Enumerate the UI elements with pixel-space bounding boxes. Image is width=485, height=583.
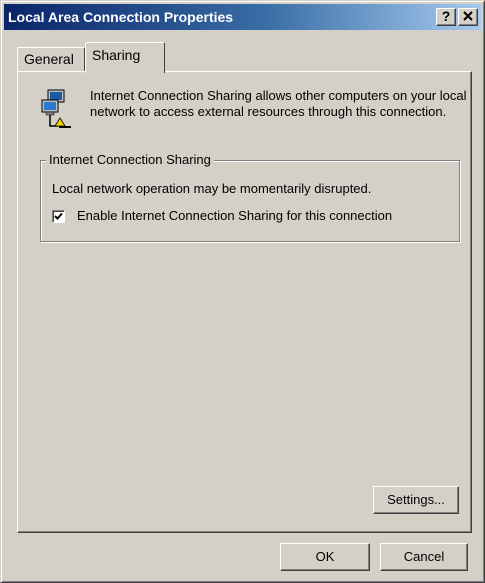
window-title: Local Area Connection Properties [8, 9, 234, 25]
sharing-tab-panel: Internet Connection Sharing allows other… [17, 71, 472, 533]
title-bar[interactable]: Local Area Connection Properties ? [4, 4, 481, 30]
close-icon [463, 8, 473, 24]
properties-dialog: Local Area Connection Properties ? Gener… [0, 0, 485, 583]
close-button[interactable] [458, 8, 478, 26]
tab-general[interactable]: General [17, 47, 85, 71]
network-connection-icon [38, 88, 72, 132]
disruption-warning: Local network operation may be momentari… [52, 181, 372, 196]
groupbox-label: Internet Connection Sharing [46, 152, 214, 168]
tab-sharing[interactable]: Sharing [85, 42, 165, 73]
settings-button[interactable]: Settings... [373, 486, 459, 514]
ok-button[interactable]: OK [280, 543, 370, 571]
help-button[interactable]: ? [436, 8, 456, 26]
sharing-description: Internet Connection Sharing allows other… [90, 88, 467, 119]
enable-ics-checkbox[interactable] [52, 210, 65, 223]
enable-ics-label[interactable]: Enable Internet Connection Sharing for t… [77, 208, 392, 223]
cancel-button[interactable]: Cancel [380, 543, 468, 571]
ics-groupbox: Internet Connection Sharing Local networ… [40, 152, 460, 242]
